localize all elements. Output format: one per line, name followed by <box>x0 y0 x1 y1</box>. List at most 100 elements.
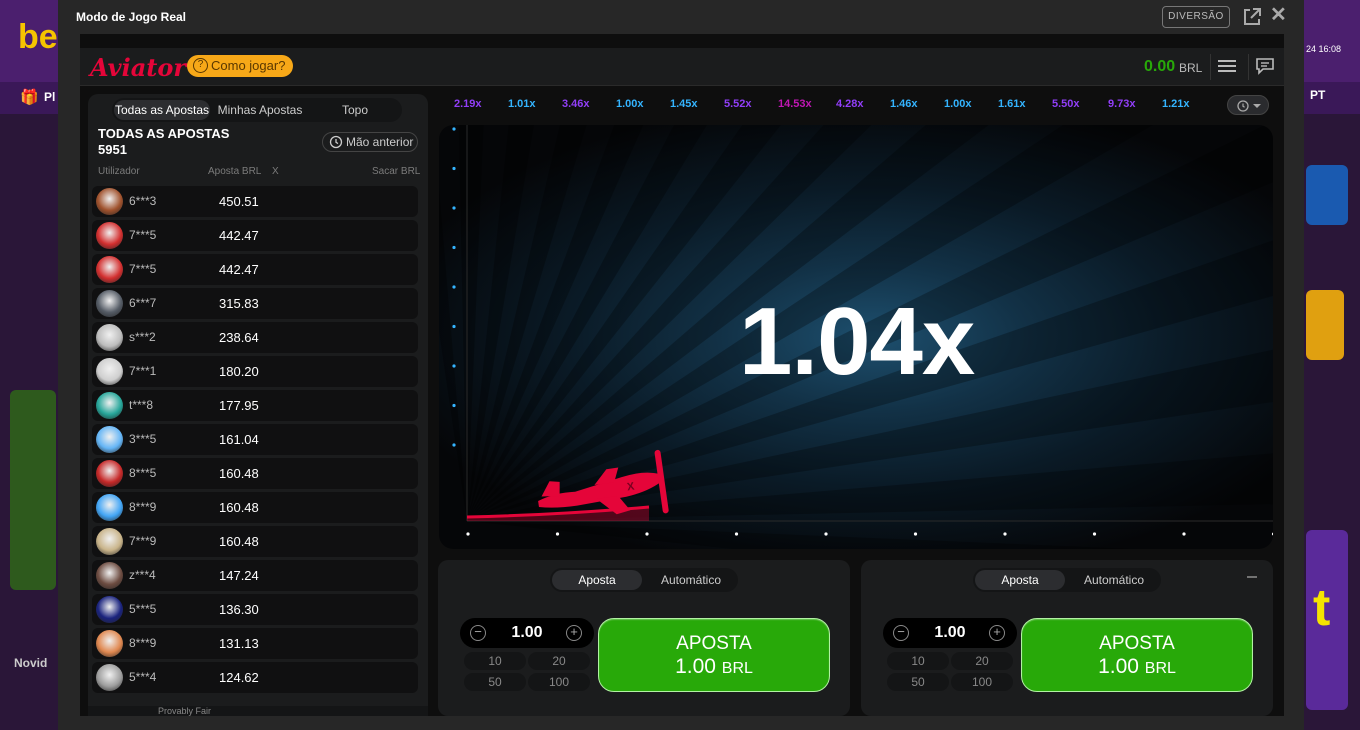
y-axis-dot <box>452 127 456 131</box>
bet-user: s***2 <box>129 330 156 344</box>
history-item[interactable]: 1.01x <box>508 98 536 110</box>
history-item[interactable]: 1.21x <box>1162 98 1190 110</box>
bet-user: z***4 <box>129 568 156 582</box>
site-banner-glyph: t <box>1313 579 1331 637</box>
history-item[interactable]: 5.50x <box>1052 98 1080 110</box>
quick-amount-button[interactable]: 20 <box>951 652 1013 670</box>
quick-amount-button[interactable]: 10 <box>887 652 949 670</box>
place-bet-button[interactable]: APOSTA 1.00 BRL <box>598 618 830 692</box>
how-to-play-button[interactable]: ? Como jogar? <box>187 55 293 77</box>
bet-row: 6***7 315.83 <box>92 288 418 319</box>
site-nav-label: Pl <box>44 90 56 104</box>
external-link-icon[interactable] <box>1241 6 1263 28</box>
avatar <box>96 426 123 453</box>
bet-button-currency: BRL <box>1144 660 1176 677</box>
bet-button-amount: 1.00 <box>675 655 716 678</box>
bet-button-amount-line: 1.00 BRL <box>1022 655 1252 679</box>
tab-all-bets[interactable]: Todas as Apostas <box>114 100 210 120</box>
bet-user: t***8 <box>129 398 154 412</box>
x-axis-dot <box>555 532 560 536</box>
provably-fair-footer[interactable]: Provably Fair <box>88 706 428 716</box>
bet-user: 8***9 <box>129 636 157 650</box>
remove-panel-icon[interactable] <box>1245 570 1259 584</box>
tab-bet[interactable]: Aposta <box>552 570 642 590</box>
tab-auto[interactable]: Automático <box>1069 570 1159 590</box>
bet-user: 7***9 <box>129 534 157 548</box>
avatar <box>96 494 123 521</box>
x-axis-dot <box>824 532 828 536</box>
avatar <box>96 256 123 283</box>
bet-amount-value[interactable]: 1.00 <box>923 624 977 642</box>
language-selector[interactable]: PT <box>1310 88 1325 102</box>
aviator-logo: Aviator <box>90 53 186 82</box>
bet-amount: 160.48 <box>219 500 259 515</box>
history-toggle-button[interactable] <box>1227 95 1269 115</box>
quick-amount-button[interactable]: 100 <box>951 673 1013 691</box>
close-icon[interactable]: ✕ <box>1270 4 1287 26</box>
history-item[interactable]: 4.28x <box>836 98 864 110</box>
decrease-button[interactable]: − <box>893 625 909 641</box>
history-item[interactable]: 14.53x <box>778 98 812 110</box>
increase-button[interactable]: + <box>566 625 582 641</box>
history-item[interactable]: 1.46x <box>890 98 918 110</box>
bet-row: z***4 147.24 <box>92 560 418 591</box>
bet-amount-stepper: − 1.00 + <box>460 618 594 648</box>
history-item[interactable]: 1.61x <box>998 98 1026 110</box>
x-axis-dot <box>1271 532 1273 536</box>
place-bet-button[interactable]: APOSTA 1.00 BRL <box>1021 618 1253 692</box>
y-axis-dot <box>452 403 456 408</box>
tab-my-bets[interactable]: Minhas Apostas <box>212 100 308 120</box>
quick-amount-button[interactable]: 100 <box>528 673 590 691</box>
bet-row: 6***3 450.51 <box>92 186 418 217</box>
history-item[interactable]: 3.46x <box>562 98 590 110</box>
bet-amount: 177.95 <box>219 398 259 413</box>
previous-hand-label: Mão anterior <box>346 135 414 149</box>
chat-icon[interactable] <box>1255 57 1275 75</box>
quick-amount-button[interactable]: 20 <box>528 652 590 670</box>
increase-button[interactable]: + <box>989 625 1005 641</box>
quick-amount-button[interactable]: 10 <box>464 652 526 670</box>
avatar <box>96 392 123 419</box>
divider <box>1248 54 1249 80</box>
demo-mode-button[interactable]: DIVERSÃO <box>1162 6 1230 28</box>
bet-amount: 160.48 <box>219 534 259 549</box>
x-axis-dot <box>1182 532 1186 536</box>
bet-user: 3***5 <box>129 432 157 446</box>
site-game-card <box>10 390 56 590</box>
divider <box>1210 54 1211 80</box>
bet-amount-value[interactable]: 1.00 <box>500 624 554 642</box>
history-item[interactable]: 1.45x <box>670 98 698 110</box>
bets-tabs: Todas as Apostas Minhas Apostas Topo <box>112 98 402 122</box>
tab-auto[interactable]: Automático <box>646 570 736 590</box>
tab-bet[interactable]: Aposta <box>975 570 1065 590</box>
previous-hand-button[interactable]: Mão anterior <box>322 132 418 152</box>
bet-amount-stepper: − 1.00 + <box>883 618 1017 648</box>
bet-user: 8***9 <box>129 500 157 514</box>
menu-icon[interactable] <box>1218 58 1236 74</box>
bet-user: 8***5 <box>129 466 157 480</box>
tab-top[interactable]: Topo <box>310 100 400 120</box>
history-item[interactable]: 5.52x <box>724 98 752 110</box>
quick-amount-button[interactable]: 50 <box>887 673 949 691</box>
bet-row: 8***9 131.13 <box>92 628 418 659</box>
history-item[interactable]: 2.19x <box>454 98 482 110</box>
balance-currency: BRL <box>1179 61 1203 75</box>
history-item[interactable]: 1.00x <box>616 98 644 110</box>
bet-row: 8***5 160.48 <box>92 458 418 489</box>
decrease-button[interactable]: − <box>470 625 486 641</box>
y-axis-dot <box>452 245 456 250</box>
avatar <box>96 630 123 657</box>
bets-panel: Todas as Apostas Minhas Apostas Topo TOD… <box>88 94 428 716</box>
bet-panel-1: Aposta Automático − 1.00 + 10 20 50 100 … <box>438 560 850 716</box>
bet-user: 6***7 <box>129 296 157 310</box>
quick-amount-button[interactable]: 50 <box>464 673 526 691</box>
history-item[interactable]: 9.73x <box>1108 98 1136 110</box>
site-logo: be <box>18 18 58 56</box>
current-multiplier: 1.04x <box>739 288 975 395</box>
bet-row: 8***9 160.48 <box>92 492 418 523</box>
history-item[interactable]: 1.00x <box>944 98 972 110</box>
column-cashout: Sacar BRL <box>372 166 421 177</box>
x-axis-dot <box>645 532 649 536</box>
bet-user: 5***5 <box>129 602 157 616</box>
multiplier-history: 2.19x 1.01x 3.46x 1.00x 1.45x 5.52x 14.53x 4.28… <box>440 94 1276 116</box>
